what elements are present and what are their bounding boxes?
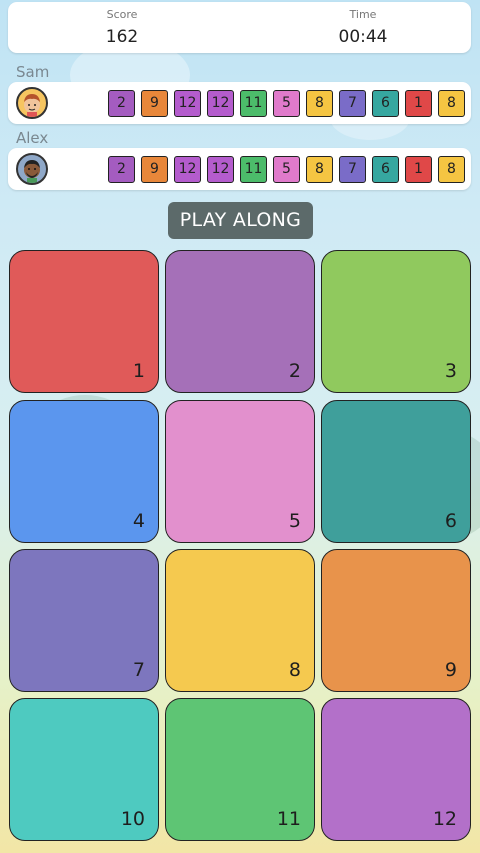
sequence-chip: 8 (306, 90, 333, 117)
sequence-chip: 12 (174, 90, 201, 117)
sequence-chip: 12 (174, 156, 201, 183)
time-value: 00:44 (338, 27, 388, 47)
sequence-chip: 2 (108, 156, 135, 183)
tile-number: 2 (288, 360, 301, 382)
sequence-chip: 8 (438, 90, 465, 117)
sequence-chip: 5 (273, 90, 300, 117)
score-value: 162 (105, 27, 139, 47)
tile-number: 10 (120, 808, 145, 830)
player-row: 2 9 12 12 11 5 8 7 6 1 8 (8, 82, 471, 124)
sequence-chip: 7 (339, 90, 366, 117)
man-avatar-icon (16, 153, 48, 185)
color-tile-9[interactable]: 9 (321, 549, 471, 692)
sequence-chip: 5 (273, 156, 300, 183)
sequence-chip: 6 (372, 90, 399, 117)
player-row: 2 9 12 12 11 5 8 7 6 1 8 (8, 148, 471, 190)
tile-number: 8 (288, 659, 301, 681)
play-along-button[interactable]: PLAY ALONG (168, 202, 313, 239)
sequence-chip: 12 (207, 90, 234, 117)
sequence-chip: 9 (141, 90, 168, 117)
time-label: Time (349, 8, 377, 21)
color-tile-7[interactable]: 7 (9, 549, 159, 692)
time-display: Time 00:44 (293, 7, 433, 49)
tile-number: 6 (444, 510, 457, 532)
player-name: Alex (16, 129, 49, 147)
color-tile-8[interactable]: 8 (165, 549, 315, 692)
sequence-chip: 8 (438, 156, 465, 183)
sequence-chip: 11 (240, 90, 267, 117)
score-display: Score 162 (52, 7, 192, 49)
tile-number: 4 (132, 510, 145, 532)
color-tile-4[interactable]: 4 (9, 400, 159, 543)
score-time-bar: Score 162 Time 00:44 (8, 2, 471, 53)
player-sequence: 2 9 12 12 11 5 8 7 6 1 8 (108, 90, 471, 117)
color-tile-12[interactable]: 12 (321, 698, 471, 841)
tile-number: 3 (444, 360, 457, 382)
sequence-chip: 7 (339, 156, 366, 183)
color-tile-2[interactable]: 2 (165, 250, 315, 393)
tile-number: 5 (288, 510, 301, 532)
sequence-chip: 2 (108, 90, 135, 117)
color-tile-10[interactable]: 10 (9, 698, 159, 841)
color-tile-3[interactable]: 3 (321, 250, 471, 393)
tile-number: 9 (444, 659, 457, 681)
sequence-chip: 1 (405, 90, 432, 117)
player-name: Sam (16, 63, 50, 81)
score-label: Score (106, 8, 138, 21)
color-tile-6[interactable]: 6 (321, 400, 471, 543)
player-sequence: 2 9 12 12 11 5 8 7 6 1 8 (108, 156, 471, 183)
color-tile-5[interactable]: 5 (165, 400, 315, 543)
color-tile-11[interactable]: 11 (165, 698, 315, 841)
tile-number: 1 (132, 360, 145, 382)
sequence-chip: 6 (372, 156, 399, 183)
tile-number: 7 (132, 659, 145, 681)
sequence-chip: 8 (306, 156, 333, 183)
tile-number: 11 (276, 808, 301, 830)
boy-avatar-icon (16, 87, 48, 119)
sequence-chip: 1 (405, 156, 432, 183)
sequence-chip: 11 (240, 156, 267, 183)
tile-number: 12 (432, 808, 457, 830)
sequence-chip: 9 (141, 156, 168, 183)
sequence-chip: 12 (207, 156, 234, 183)
color-tile-1[interactable]: 1 (9, 250, 159, 393)
